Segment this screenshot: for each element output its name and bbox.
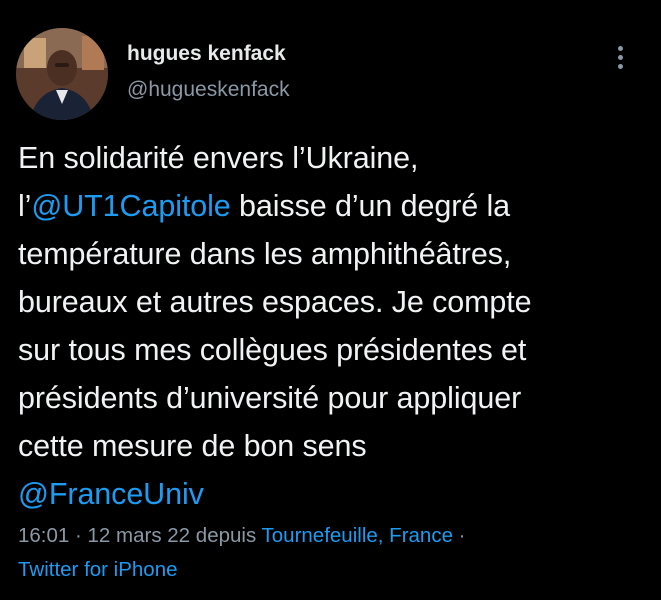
more-vertical-icon-dot [617, 54, 623, 60]
location-link[interactable]: Tournefeuille, France [262, 524, 453, 547]
tweet-line: présidents d’université pour appliquer [18, 381, 522, 415]
avatar[interactable] [16, 28, 108, 120]
author-display-name[interactable]: hugues kenfack [127, 42, 286, 66]
meta-line: Twitter for iPhone [18, 553, 648, 587]
mention-link[interactable]: @FranceUniv [18, 477, 204, 511]
more-options-button[interactable] [606, 40, 634, 74]
mention-link[interactable]: @UT1Capitole [31, 189, 230, 223]
tweet-time[interactable]: 16:01 [18, 524, 69, 547]
tweet-meta: 16:01 · 12 mars 22 depuis Tournefeuille,… [18, 519, 648, 587]
tweet-line: température dans les amphithéâtres, [18, 237, 512, 271]
tweet-line: bureaux et autres espaces. Je compte [18, 285, 532, 319]
meta-separator: · [69, 524, 88, 547]
tweet-card: hugues kenfack @hugueskenfack En solidar… [0, 0, 661, 600]
tweet-line: @FranceUniv [18, 470, 648, 518]
more-vertical-icon [617, 45, 623, 51]
author-handle[interactable]: @hugueskenfack [127, 78, 290, 102]
client-link[interactable]: Twitter for iPhone [18, 558, 178, 581]
tweet-line: sur tous mes collègues présidentes et [18, 333, 527, 367]
tweet-line: l’@UT1Capitole baisse d’un degré la [18, 182, 648, 230]
tweet-text-fragment: l’ [18, 189, 32, 223]
meta-separator: · [452, 524, 466, 547]
tweet-text: En solidarité envers l’Ukraine, l’@UT1Ca… [18, 134, 648, 518]
tweet-date[interactable]: 12 mars 22 [88, 524, 191, 547]
meta-from-text: depuis [190, 524, 262, 547]
avatar-image [16, 28, 108, 120]
tweet-line: En solidarité envers l’Ukraine, [18, 141, 419, 175]
meta-line: 16:01 · 12 mars 22 depuis Tournefeuille,… [18, 519, 648, 553]
tweet-text-fragment: baisse d’un degré la [230, 189, 511, 223]
more-vertical-icon-dot [617, 63, 623, 69]
tweet-line: cette mesure de bon sens [18, 429, 367, 463]
